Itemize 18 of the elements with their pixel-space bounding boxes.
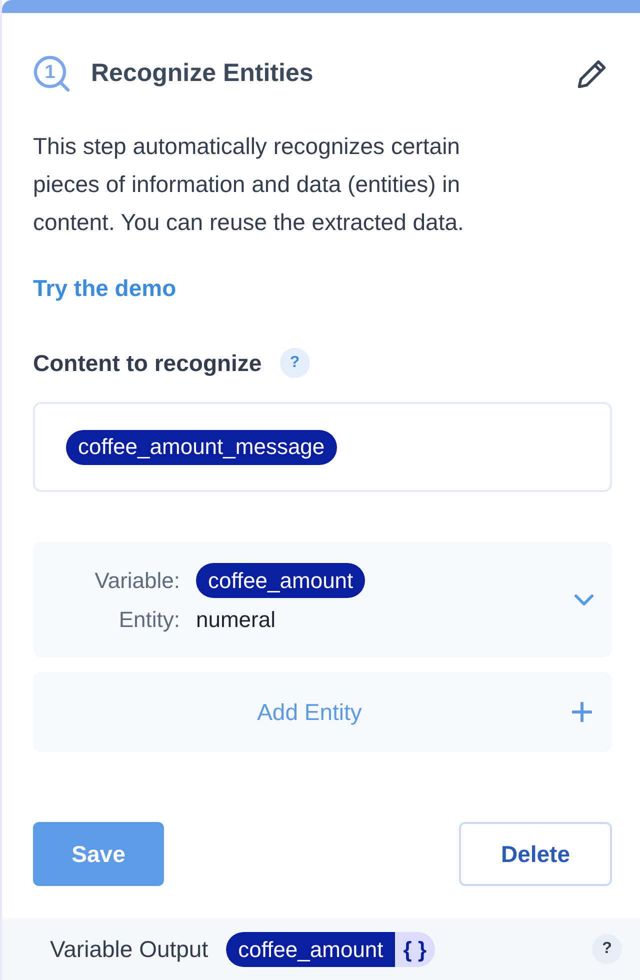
- entity-label: Entity:: [118, 606, 180, 634]
- entity-card[interactable]: Variable: coffee_amount Entity: numeral: [33, 542, 612, 657]
- output-label: Variable Output: [50, 934, 208, 964]
- variable-label: Variable:: [94, 567, 180, 595]
- entity-value: numeral: [196, 606, 276, 634]
- chevron-down-icon[interactable]: [574, 594, 594, 606]
- demo-link[interactable]: Try the demo: [33, 271, 176, 306]
- variable-token: coffee_amount: [196, 563, 366, 598]
- delete-button[interactable]: Delete: [459, 822, 612, 886]
- plus-icon: [572, 702, 592, 722]
- help-button[interactable]: ?: [592, 934, 622, 964]
- output-variable-token: coffee_amount { }: [226, 932, 435, 966]
- step-description: This step automatically recognizes certain pieces of information and data (entities) in content. You can reuse the extracted data.: [33, 132, 465, 237]
- variable-token: coffee_amount_message: [66, 430, 337, 464]
- content-input-field[interactable]: coffee_amount_message: [33, 402, 612, 492]
- field-label: Content to recognize: [33, 348, 262, 378]
- step-title: Recognize Entities: [91, 58, 314, 90]
- edit-pencil-icon[interactable]: [578, 60, 606, 88]
